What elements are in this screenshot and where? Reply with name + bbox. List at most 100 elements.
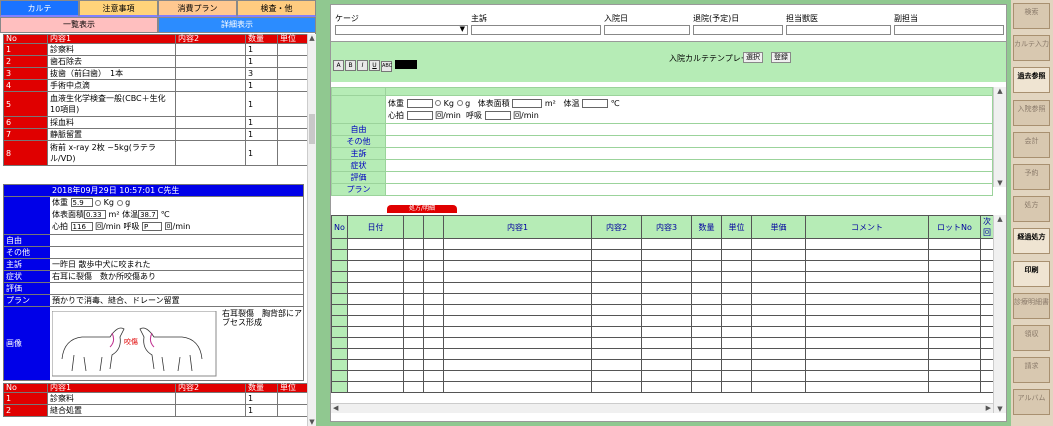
- vitals-field-row[interactable]: 自由: [331, 123, 993, 136]
- vitals-field-value[interactable]: [385, 147, 993, 160]
- grid-cell[interactable]: [691, 304, 722, 316]
- grid-cell[interactable]: [347, 370, 404, 382]
- grid-cell[interactable]: [403, 315, 424, 327]
- grid-cell[interactable]: [805, 337, 929, 349]
- bsa-input[interactable]: [512, 98, 543, 108]
- grid-row[interactable]: [331, 337, 994, 349]
- grid-cell[interactable]: [641, 381, 692, 393]
- grid-cell[interactable]: [721, 304, 752, 316]
- grid-cell[interactable]: [443, 337, 592, 349]
- side-button[interactable]: 請求: [1013, 357, 1050, 384]
- grid-row[interactable]: [331, 271, 994, 283]
- grid-cell[interactable]: [641, 293, 692, 305]
- grid-cell[interactable]: [423, 271, 444, 283]
- vitals-field-row[interactable]: プラン: [331, 183, 993, 196]
- scroll-down-icon[interactable]: ▼: [994, 405, 1006, 413]
- grid-cell[interactable]: [751, 381, 806, 393]
- table-row[interactable]: 3 抜歯（前臼歯） 1本 3: [3, 67, 307, 80]
- grid-cell[interactable]: [751, 282, 806, 294]
- grid-cell[interactable]: [641, 249, 692, 261]
- grid-cell[interactable]: [751, 326, 806, 338]
- g-radio[interactable]: [116, 199, 123, 206]
- grid-cell[interactable]: [805, 271, 929, 283]
- grid-cell[interactable]: [331, 260, 348, 272]
- grid-cell[interactable]: [443, 293, 592, 305]
- grid-cell[interactable]: [403, 238, 424, 250]
- vitals-field-row[interactable]: 症状: [331, 159, 993, 172]
- grid-cell[interactable]: [691, 271, 722, 283]
- grid-cell[interactable]: [928, 304, 981, 316]
- grid-cell[interactable]: [423, 238, 444, 250]
- grid-cell[interactable]: [721, 271, 752, 283]
- grid-cell[interactable]: [805, 304, 929, 316]
- grid-cell[interactable]: [641, 359, 692, 371]
- side-button[interactable]: カルテ入力: [1013, 35, 1050, 62]
- vitals-field-value[interactable]: [385, 183, 993, 196]
- grid-scrollbar[interactable]: ▲ ▼: [993, 215, 1006, 413]
- template-select-button[interactable]: 選択: [743, 52, 763, 63]
- grid-cell[interactable]: [403, 271, 424, 283]
- grid-cell[interactable]: [805, 282, 929, 294]
- scroll-down-icon[interactable]: ▼: [308, 418, 316, 426]
- grid-cell[interactable]: [751, 315, 806, 327]
- grid-cell[interactable]: [331, 359, 348, 371]
- grid-row[interactable]: [331, 348, 994, 360]
- grid-cell[interactable]: [805, 238, 929, 250]
- grid-cell[interactable]: [641, 315, 692, 327]
- grid-cell[interactable]: [331, 282, 348, 294]
- grid-cell[interactable]: [331, 304, 348, 316]
- grid-cell[interactable]: [751, 238, 806, 250]
- temp-input[interactable]: [582, 98, 609, 108]
- side-button[interactable]: 領収: [1013, 325, 1050, 351]
- grid-cell[interactable]: [403, 337, 424, 349]
- grid-cell[interactable]: [928, 370, 981, 382]
- table-row[interactable]: 2 歯石除去 1: [3, 55, 307, 68]
- grid-cell[interactable]: [751, 348, 806, 360]
- grid-cell[interactable]: [423, 381, 444, 393]
- entry-field-value[interactable]: 右耳に裂傷 数か所咬傷あり: [50, 271, 303, 282]
- kg-radio[interactable]: [95, 199, 102, 206]
- side-button[interactable]: 過去参照: [1013, 67, 1050, 94]
- grid-cell[interactable]: [403, 249, 424, 261]
- side-button[interactable]: 会計: [1013, 131, 1050, 158]
- grid-cell[interactable]: [423, 326, 444, 338]
- tab-caution[interactable]: 注意事項: [79, 0, 158, 17]
- table-row[interactable]: 4 手術中点滴 1: [3, 79, 307, 92]
- scroll-up-icon[interactable]: ▲: [994, 87, 1006, 95]
- grid-cell[interactable]: [347, 359, 404, 371]
- grid-cell[interactable]: [928, 238, 981, 250]
- grid-cell[interactable]: [641, 282, 692, 294]
- scroll-up-icon[interactable]: ▲: [994, 215, 1006, 223]
- kg-radio[interactable]: [435, 100, 442, 106]
- strike-button[interactable]: ABC: [381, 61, 392, 72]
- color-picker[interactable]: [395, 60, 417, 69]
- grid-cell[interactable]: [423, 315, 444, 327]
- grid-cell[interactable]: [331, 326, 348, 338]
- side-button[interactable]: 入院参照: [1013, 99, 1050, 126]
- grid-cell[interactable]: [347, 293, 404, 305]
- grid-cell[interactable]: [347, 304, 404, 316]
- vitals-field-value[interactable]: [385, 159, 993, 172]
- grid-cell[interactable]: [347, 337, 404, 349]
- grid-cell[interactable]: [331, 348, 348, 360]
- grid-cell[interactable]: [721, 326, 752, 338]
- side-button[interactable]: アルバム: [1013, 389, 1050, 416]
- grid-cell[interactable]: [443, 315, 592, 327]
- grid-cell[interactable]: [423, 370, 444, 382]
- side-button[interactable]: 処方: [1013, 196, 1050, 223]
- grid-cell[interactable]: [591, 370, 642, 382]
- grid-cell[interactable]: [443, 304, 592, 316]
- temp-input[interactable]: 38.7: [138, 210, 159, 219]
- table-row[interactable]: 8 術前 x-ray 2枚 ~5kg(ラテラル/VD) 1: [3, 140, 307, 166]
- grid-cell[interactable]: [928, 249, 981, 261]
- vitals-field-row[interactable]: その他: [331, 135, 993, 148]
- grid-cell[interactable]: [347, 238, 404, 250]
- grid-cell[interactable]: [691, 326, 722, 338]
- grid-cell[interactable]: [691, 370, 722, 382]
- grid-cell[interactable]: [805, 326, 929, 338]
- tab-consume-plan[interactable]: 消費プラン: [158, 0, 237, 17]
- hr-input[interactable]: 116: [70, 222, 93, 231]
- grid-cell[interactable]: [443, 359, 592, 371]
- grid-cell[interactable]: [721, 238, 752, 250]
- grid-cell[interactable]: [591, 249, 642, 261]
